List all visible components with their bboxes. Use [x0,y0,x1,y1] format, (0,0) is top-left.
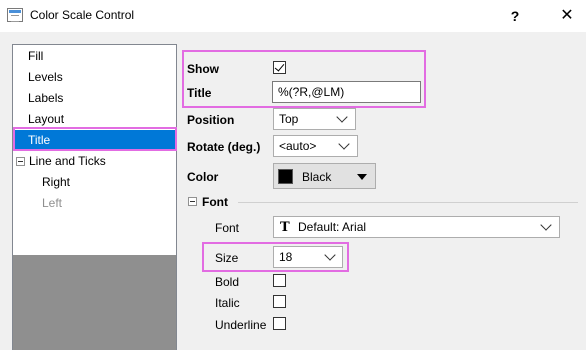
tree-item-label: Labels [28,91,64,105]
app-window-icon [7,8,23,22]
dropdown-arrow-icon [357,174,367,180]
font-label: Font [215,221,240,235]
dialog-body: Fill Levels Labels Layout Title Line and… [0,32,586,350]
font-value: Default: Arial [298,220,367,234]
group-divider [238,202,578,203]
color-value: Black [302,170,332,184]
bold-label: Bold [215,275,240,289]
tree-item-label: Title [28,133,51,147]
tree-item-label: Layout [28,112,65,126]
tree-item-left: Left [13,193,176,214]
window-title: Color Scale Control [30,8,135,22]
size-dropdown[interactable]: 18 [273,246,343,268]
bold-checkbox[interactable] [273,274,286,287]
tree-item-label: Right [42,175,71,189]
chevron-down-icon [338,138,350,150]
color-label: Color [187,170,219,184]
tree-item-labels[interactable]: Labels [13,88,176,109]
help-button[interactable]: ? [504,6,526,26]
underline-label: Underline [215,318,267,332]
color-swatch [278,169,293,184]
tree-item-label: Line and Ticks [29,154,106,168]
underline-checkbox[interactable] [273,317,286,330]
show-checkbox[interactable] [273,61,286,74]
chevron-down-icon [324,249,336,261]
font-group-label: Font [202,195,228,209]
tree-item-label: Left [42,196,63,210]
position-dropdown[interactable]: Top [273,108,356,130]
tree-item-label: Levels [28,70,63,84]
show-label: Show [187,62,219,76]
tree-item-line-and-ticks[interactable]: Line and Ticks [13,151,176,172]
close-button[interactable]: ✕ [556,6,578,26]
size-label: Size [215,251,239,265]
font-group-collapse-icon[interactable] [188,197,197,206]
color-picker-button[interactable]: Black [273,163,376,189]
tree-item-label: Fill [28,49,44,63]
tree-item-title[interactable]: Title [13,130,176,151]
tree-item-layout[interactable]: Layout [13,109,176,130]
title-bar: Color Scale Control ? ✕ [0,0,586,32]
truetype-font-icon: T [280,220,290,235]
title-input[interactable]: %(?R,@LM) [272,81,421,103]
rotate-value: <auto> [279,139,317,153]
italic-label: Italic [215,296,240,310]
collapse-minus-icon[interactable] [16,157,25,166]
chevron-down-icon [336,111,348,123]
chevron-down-icon [540,219,552,231]
tree-empty-area [13,255,176,350]
tree-item-right[interactable]: Right [13,172,176,193]
settings-panel: Show Title %(?R,@LM) Position Top Rotate… [180,42,586,350]
position-label: Position [187,113,235,127]
rotate-label: Rotate (deg.) [187,140,261,154]
tree-item-fill[interactable]: Fill [13,46,176,67]
position-value: Top [279,112,299,126]
italic-checkbox[interactable] [273,295,286,308]
tree-item-levels[interactable]: Levels [13,67,176,88]
rotate-dropdown[interactable]: <auto> [273,135,358,157]
settings-tree[interactable]: Fill Levels Labels Layout Title Line and… [12,44,177,350]
title-label: Title [187,86,212,100]
font-dropdown[interactable]: T Default: Arial [273,216,560,238]
size-value: 18 [279,250,293,264]
